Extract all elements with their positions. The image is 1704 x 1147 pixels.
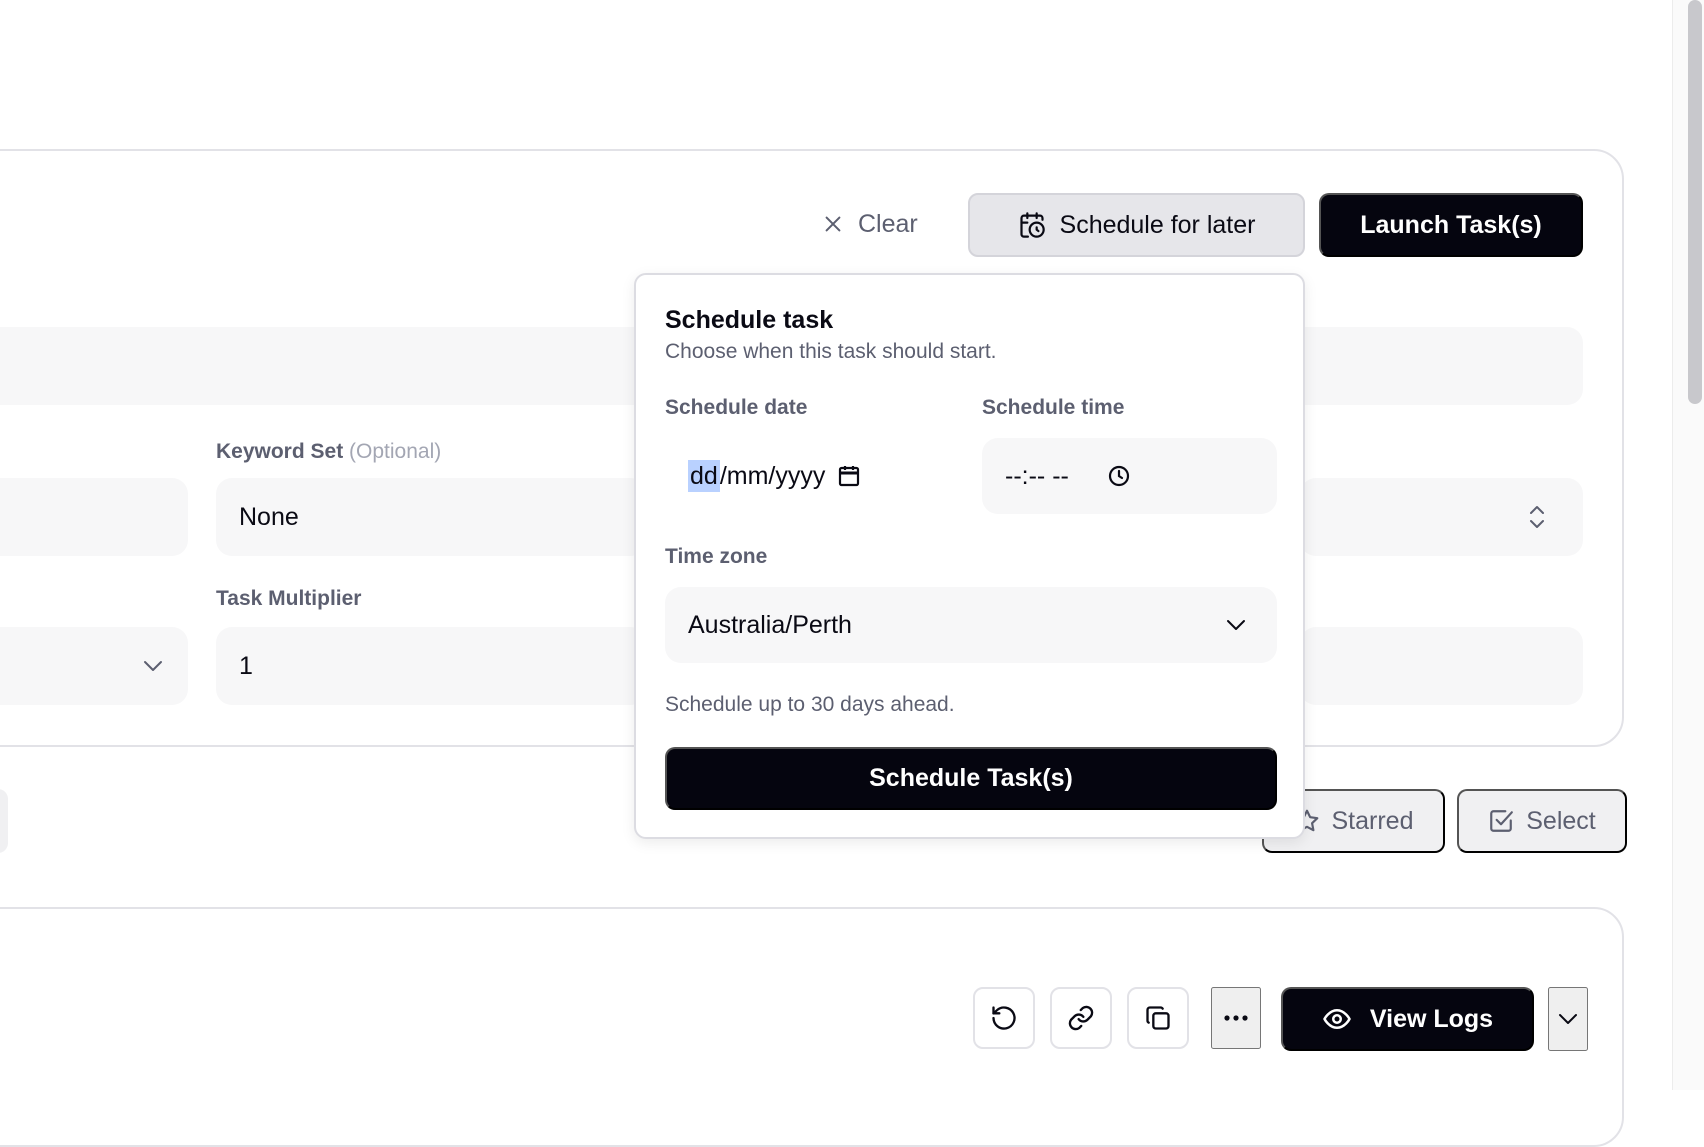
clock-icon[interactable] [1107, 464, 1131, 488]
rotate-ccw-icon [990, 1004, 1018, 1032]
date-placeholder: dd/mm/yyyy [688, 459, 826, 492]
schedule-limit-hint: Schedule up to 30 days ahead. [665, 693, 955, 716]
schedule-time-input[interactable]: --:-- -- [982, 438, 1277, 514]
schedule-date-input[interactable]: dd/mm/yyyy [665, 438, 955, 514]
left-filter-truncated[interactable] [0, 789, 8, 853]
copy-icon [1144, 1004, 1172, 1032]
more-options-button[interactable] [1211, 987, 1261, 1049]
eye-icon [1322, 1004, 1352, 1034]
task-multiplier-value: 1 [239, 651, 253, 680]
time-placeholder: --:-- -- [1005, 461, 1069, 490]
right-select-truncated[interactable] [1300, 478, 1583, 556]
schedule-date-label: Schedule date [665, 396, 808, 419]
popover-description: Choose when this task should start. [665, 340, 997, 363]
scrollbar-thumb[interactable] [1688, 0, 1702, 404]
right-field-truncated[interactable] [1300, 627, 1583, 705]
schedule-for-later-label: Schedule for later [1059, 210, 1256, 239]
select-label: Select [1526, 806, 1596, 835]
keyword-set-select[interactable]: None [216, 478, 646, 556]
schedule-time-label: Schedule time [982, 396, 1125, 419]
checkbox-icon [1488, 808, 1514, 834]
date-day-segment[interactable]: dd [688, 459, 720, 492]
schedule-tasks-button[interactable]: Schedule Task(s) [665, 747, 1277, 810]
task-multiplier-input[interactable]: 1 [216, 627, 646, 705]
ellipsis-icon [1223, 1014, 1249, 1022]
chevron-down-icon [1225, 618, 1247, 632]
popover-title: Schedule task [665, 306, 834, 334]
calendar-clock-icon [1018, 211, 1046, 239]
select-button[interactable]: Select [1457, 789, 1627, 853]
view-logs-button[interactable]: View Logs [1281, 987, 1534, 1051]
keyword-set-label: Keyword Set (Optional) [216, 440, 442, 463]
retry-button[interactable] [973, 987, 1035, 1049]
chevrons-up-down-icon [1527, 504, 1547, 530]
chevron-down-icon [142, 659, 164, 673]
left-select-truncated[interactable] [0, 627, 188, 705]
date-rest-segment[interactable]: /mm/yyyy [720, 462, 826, 490]
optional-tag: (Optional) [349, 440, 442, 463]
schedule-for-later-button[interactable]: Schedule for later [968, 193, 1305, 257]
keyword-set-value: None [239, 502, 299, 531]
time-zone-label: Time zone [665, 545, 768, 568]
close-icon [822, 213, 844, 235]
time-zone-value: Australia/Perth [688, 610, 852, 639]
copy-link-button[interactable] [1050, 987, 1112, 1049]
duplicate-button[interactable] [1127, 987, 1189, 1049]
schedule-task-popover: Schedule task Choose when this task shou… [634, 273, 1305, 839]
left-field-truncated[interactable] [0, 478, 188, 556]
clear-button[interactable]: Clear [808, 193, 938, 255]
task-multiplier-label: Task Multiplier [216, 587, 362, 610]
starred-label: Starred [1331, 806, 1414, 835]
clear-button-label: Clear [858, 209, 918, 238]
link-icon [1067, 1004, 1095, 1032]
view-logs-label: View Logs [1369, 1004, 1494, 1033]
time-zone-select[interactable]: Australia/Perth [665, 587, 1277, 663]
expand-row-button[interactable] [1548, 987, 1588, 1051]
launch-tasks-button[interactable]: Launch Task(s) [1319, 193, 1583, 257]
chevron-down-icon [1557, 1012, 1579, 1026]
calendar-icon[interactable] [837, 464, 861, 488]
